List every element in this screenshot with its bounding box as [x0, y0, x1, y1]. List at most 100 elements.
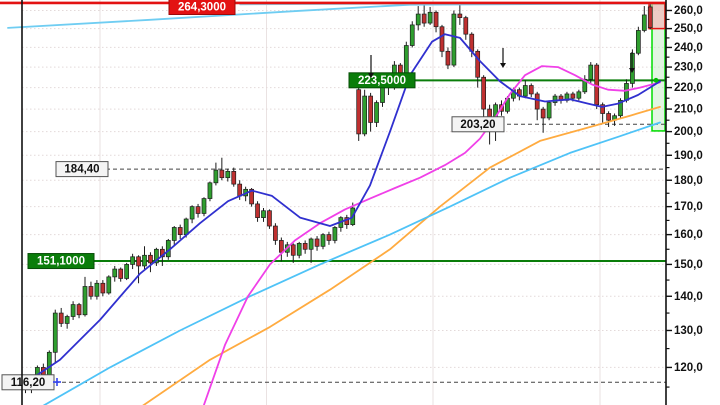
candle [344, 214, 350, 229]
candle [546, 100, 552, 121]
cyan-upper-band [7, 2, 661, 29]
candle [58, 307, 64, 327]
candle [70, 301, 76, 320]
candle [118, 267, 124, 282]
price-level-label-223,5000[interactable]: 223,5000 [348, 72, 416, 89]
candle [463, 15, 469, 40]
candle-body-down [421, 13, 427, 24]
candle [136, 255, 141, 284]
candle [368, 92, 373, 132]
price-level-label-264,3000[interactable]: 264,3000 [168, 0, 236, 15]
axis-tick-label: 180,0 [674, 175, 703, 187]
candle-body-up [624, 83, 629, 101]
candle-body-down [570, 93, 576, 99]
candle-body-down [279, 240, 284, 253]
candle [564, 91, 570, 103]
candle [451, 10, 457, 68]
candle-body-down [606, 113, 611, 121]
price-level-label-text: 116,20 [11, 377, 46, 389]
candle-body-up [374, 102, 379, 123]
candle [154, 247, 159, 266]
candle-body-down [314, 238, 320, 247]
level-endpoint-dot [653, 77, 659, 83]
candle-body-down [356, 89, 362, 135]
candle [308, 237, 314, 263]
candle [302, 240, 308, 254]
candle-body-up [415, 13, 421, 26]
candle-body-up [201, 198, 207, 214]
candle [338, 216, 344, 232]
axis-tick-label: 150,0 [674, 259, 703, 271]
candle [427, 6, 433, 25]
candle [267, 209, 272, 229]
candle [296, 241, 302, 259]
candle-body-up [522, 85, 528, 97]
candle-body-up [171, 227, 177, 241]
candle [362, 89, 367, 137]
candle-body-down [534, 93, 540, 110]
axis-tick-label: 210,0 [674, 104, 703, 116]
candle [255, 201, 260, 222]
price-level-label-116,20[interactable]: 116,20 [1, 374, 55, 391]
candle [225, 168, 231, 182]
candle-body-down [457, 13, 463, 18]
candle [273, 223, 278, 245]
candle [130, 253, 135, 270]
candle-body-up [142, 254, 147, 267]
price-level-label-203,20[interactable]: 203,20 [451, 116, 505, 133]
candle [112, 265, 118, 282]
candle [403, 41, 409, 76]
price-level-label-184,40[interactable]: 184,40 [55, 161, 109, 178]
candle [290, 243, 296, 263]
axis-tick-label: 250,0 [674, 23, 703, 35]
candle [189, 205, 195, 224]
axis-tick-label: 140,0 [674, 291, 703, 303]
candle-body-down [231, 171, 237, 185]
candle [356, 83, 362, 141]
candle-body-down [463, 17, 469, 35]
candle [332, 226, 338, 244]
axis-tick-label: 230,0 [674, 62, 703, 74]
candle-body-up [409, 24, 415, 46]
price-level-label-text: 223,5000 [358, 75, 406, 87]
candle [457, 2, 463, 25]
candle [148, 252, 153, 273]
candle [439, 24, 445, 58]
candle-body-up [46, 351, 52, 376]
candle-body-down [273, 225, 278, 241]
candle-body-up [130, 256, 135, 265]
price-chart[interactable]: 264,3000 223,5000 203,20 184,40 151,1000 116,… [0, 0, 720, 405]
candle [213, 162, 219, 186]
candle-body-down [237, 183, 243, 197]
candle-body-up [124, 264, 130, 279]
candle [124, 262, 130, 281]
candle [326, 231, 332, 245]
candle [415, 6, 421, 31]
candle [52, 309, 58, 364]
candle [540, 106, 546, 133]
candle-body-up [641, 14, 647, 31]
candle-body-down [58, 312, 64, 324]
candle-body-down [475, 50, 481, 78]
candle [320, 233, 326, 250]
candle-body-down [255, 203, 260, 218]
grid-layer [22, 0, 666, 405]
candle-body-down [100, 282, 106, 294]
candle-body-up [403, 45, 409, 74]
candle-body-up [106, 276, 112, 294]
candle-body-up [576, 91, 582, 99]
orange-slow-ma [142, 106, 661, 405]
price-level-label-151,1000[interactable]: 151,1000 [27, 253, 95, 270]
candle-body-up [362, 95, 367, 135]
candle-body-down [267, 210, 272, 227]
axis-tick-label: 190,0 [674, 150, 703, 162]
candle-body-up [588, 64, 594, 80]
candle-body-down [398, 64, 403, 74]
candle-body-down [118, 268, 124, 279]
candle-body-down [540, 108, 546, 119]
candle [46, 350, 52, 378]
candlestick-chart-canvas[interactable]: 264,3000 223,5000 203,20 184,40 151,1000 116,… [0, 0, 720, 405]
candle-body-up [296, 243, 302, 256]
candle [100, 280, 106, 297]
candle-body-up [451, 13, 457, 66]
